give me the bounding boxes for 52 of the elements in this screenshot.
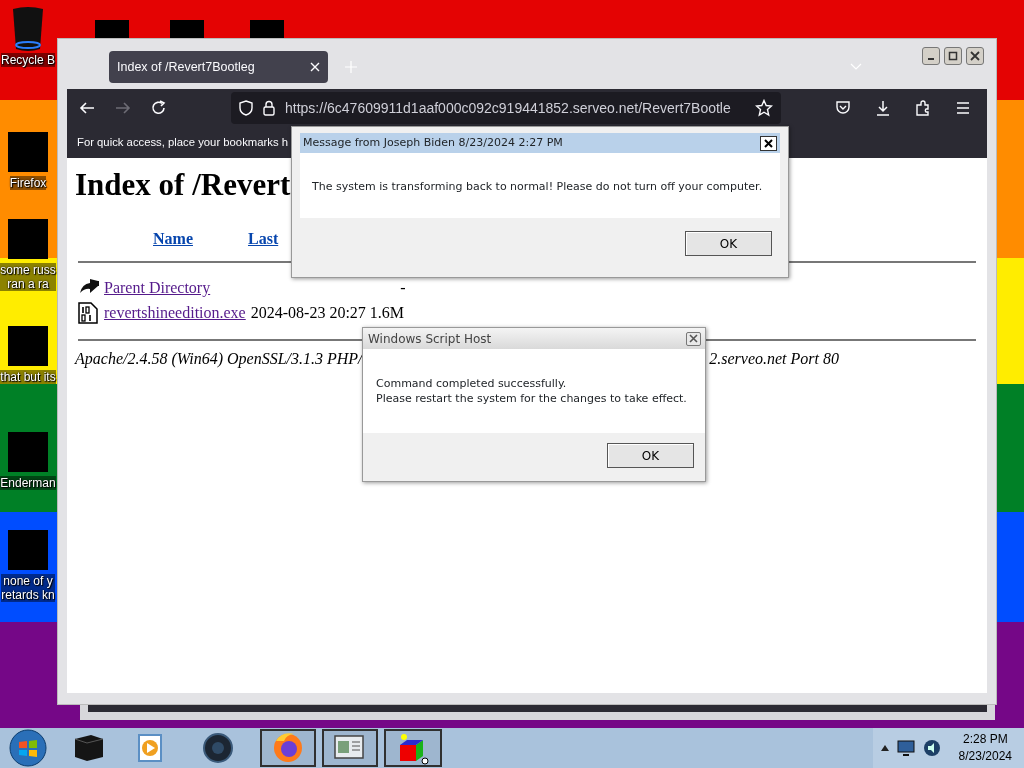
redaction-block <box>8 326 48 366</box>
maximize-icon[interactable] <box>947 50 959 62</box>
redaction-block <box>8 432 48 472</box>
close-icon <box>689 334 698 343</box>
binary-file-icon <box>78 301 100 324</box>
file-details: - <box>400 277 406 298</box>
file-link[interactable]: Parent Directory <box>104 275 211 300</box>
icon-label: some russ ran a ra <box>0 263 56 291</box>
pocket-icon[interactable] <box>835 100 851 116</box>
taskbar-button[interactable] <box>260 729 316 767</box>
file-link[interactable]: revertshineedition.exe <box>104 300 246 325</box>
icon-label: none of y retards kn <box>1 574 55 602</box>
address-bar[interactable]: https://6c47609911d1aaf000c092c919441852.serveo.net/Revert7Bootle <box>231 92 781 124</box>
bookmarks-hint: For quick access, place your bookmarks h <box>77 135 288 151</box>
reload-icon[interactable] <box>151 100 167 116</box>
start-button[interactable] <box>8 728 48 768</box>
server-signature: Apache/2.4.58 (Win64) OpenSSL/3.1.3 PHP/ <box>75 349 363 370</box>
lock-icon <box>263 100 275 116</box>
icon-label: Recycle B <box>1 53 55 67</box>
dialog-title: Windows Script Host <box>368 330 492 348</box>
close-icon <box>764 138 773 148</box>
start-orb-icon <box>8 728 48 768</box>
taskbar-button[interactable] <box>384 729 442 767</box>
column-header-link[interactable]: Last <box>248 227 279 252</box>
redaction-block <box>8 132 48 172</box>
chevron-up-icon[interactable] <box>880 745 889 751</box>
ok-button[interactable]: OK <box>685 231 772 256</box>
close-button[interactable] <box>760 135 777 151</box>
redaction-block <box>8 530 48 570</box>
menu-icon[interactable] <box>955 100 971 116</box>
star-icon[interactable] <box>755 99 773 117</box>
redaction-block <box>8 219 48 259</box>
icon-label: that but its <box>0 370 56 384</box>
file-details: 2024-08-23 20:27 1.6M <box>250 302 405 323</box>
icon-label: Enderman <box>0 476 56 490</box>
speaker-icon[interactable] <box>922 739 941 757</box>
dialog-message: The system is transforming back to normal! Please do not turn off your computer. <box>312 179 764 194</box>
shield-icon[interactable] <box>239 100 253 116</box>
dialog-title: Message from Joseph Biden 8/23/2024 2:27 PM <box>303 134 563 151</box>
server-signature: 2.serveo.net Port 80 <box>709 349 839 370</box>
monitor-icon[interactable] <box>896 740 915 756</box>
browser-tab[interactable]: Index of /Revert7Bootleg <box>109 51 328 83</box>
close-icon[interactable] <box>969 50 981 62</box>
icon-label: Firefox <box>9 176 47 190</box>
column-header-link[interactable]: Name <box>153 227 193 252</box>
taskbar-button[interactable] <box>322 729 378 767</box>
ok-button[interactable]: OK <box>607 443 694 468</box>
dialog-message: Command completed successfully. Please restart the system for the changes to take effect. <box>376 376 688 406</box>
puzzle-icon[interactable] <box>915 100 931 116</box>
close-button[interactable] <box>686 331 701 346</box>
download-icon[interactable] <box>875 100 891 116</box>
page-heading: Index of /Revert <box>75 166 291 204</box>
